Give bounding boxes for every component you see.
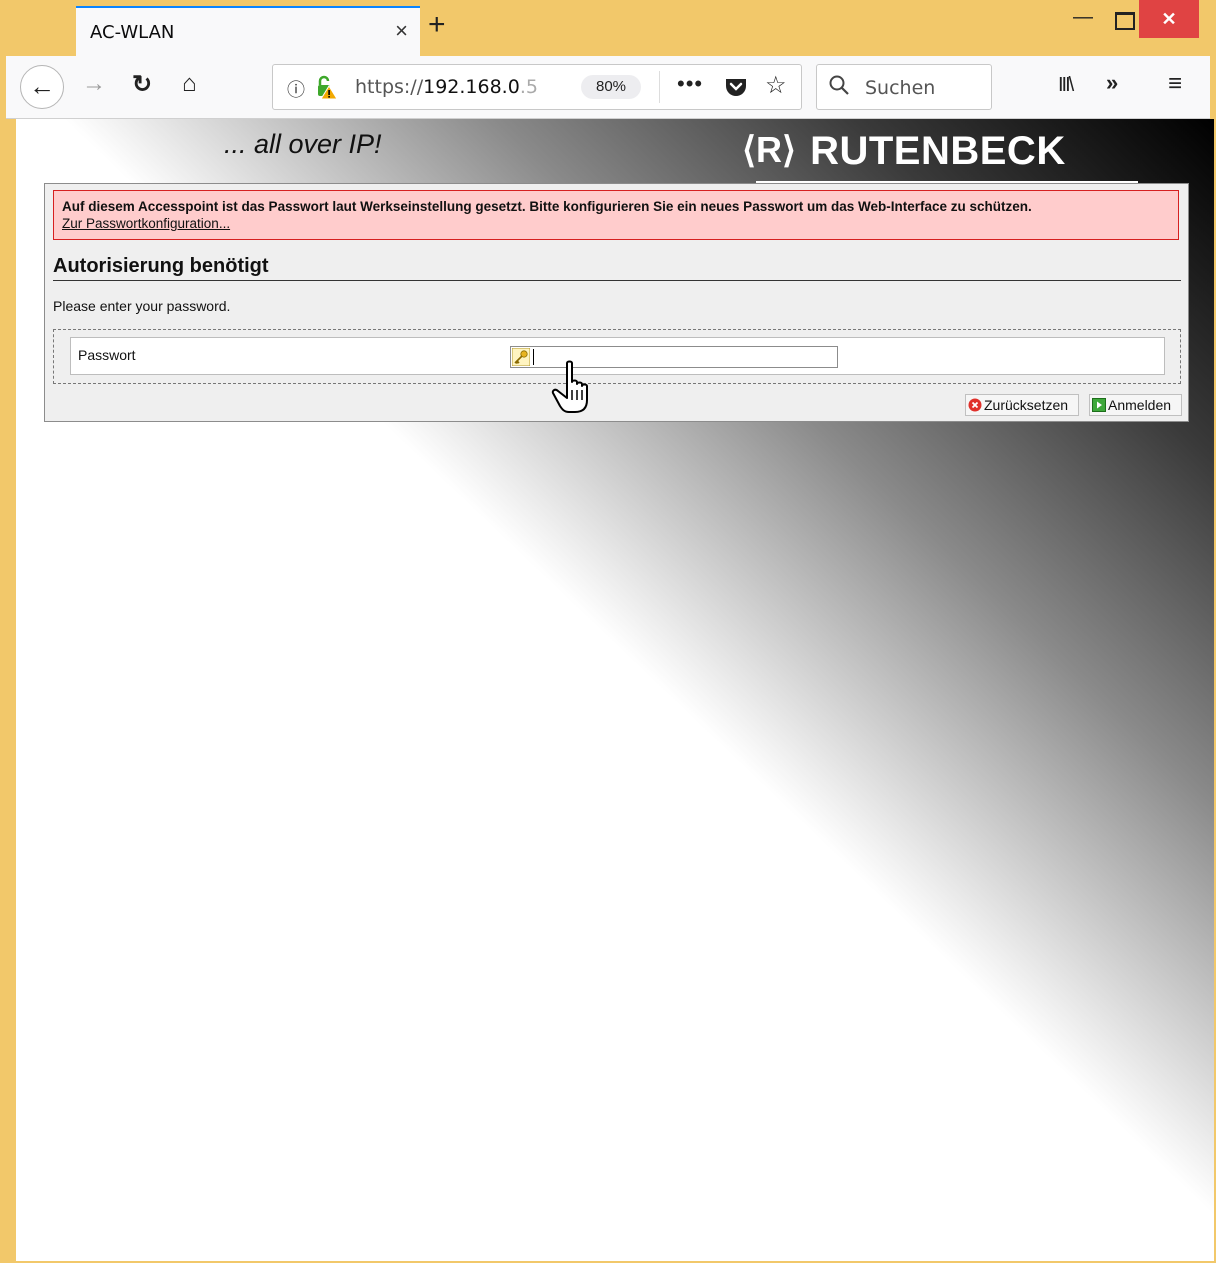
zoom-level[interactable]: 80% [581, 75, 641, 99]
lock-warning-icon[interactable] [315, 75, 337, 99]
page-actions-icon[interactable]: ••• [677, 71, 703, 97]
logo-mark: ⟨R⟩ [742, 129, 797, 170]
password-config-link[interactable]: Zur Passwortkonfiguration... [62, 216, 230, 231]
url-separator [659, 71, 660, 103]
text-caret [533, 349, 534, 365]
close-icon: ✕ [1161, 9, 1177, 29]
reset-label: Zurücksetzen [984, 397, 1069, 413]
search-icon [829, 75, 849, 95]
tab-strip: AC-WLAN × + — ✕ [6, 0, 1210, 56]
intro-text: Please enter your password. [53, 298, 231, 314]
library-icon[interactable]: III\ [1058, 74, 1074, 97]
close-tab-icon[interactable]: × [395, 18, 408, 44]
password-label: Passwort [78, 347, 136, 363]
url-rest: .5 [519, 76, 538, 98]
minimize-button[interactable]: — [1060, 6, 1106, 46]
tab-title: AC-WLAN [90, 22, 175, 43]
tab-ac-wlan[interactable]: AC-WLAN × [76, 6, 420, 56]
home-button[interactable]: ⌂ [182, 70, 197, 98]
heading-divider [53, 280, 1181, 281]
nav-toolbar: ← → ↻ ⌂ ⓘ https://192.168.0.5 80% ••• ☆ [6, 56, 1210, 119]
login-label: Anmelden [1108, 397, 1172, 413]
maximize-icon [1115, 12, 1135, 30]
reload-button[interactable]: ↻ [132, 70, 152, 99]
password-row: Passwort [70, 337, 1165, 375]
back-button[interactable]: ← [20, 65, 64, 109]
logo-text: RUTENBECK [810, 129, 1066, 173]
reset-button[interactable]: Zurücksetzen [965, 394, 1079, 416]
url-scheme: https:// [355, 76, 424, 98]
page-title: Autorisierung benötigt [53, 255, 269, 277]
key-icon [512, 348, 530, 366]
login-icon [1092, 398, 1106, 412]
hand-cursor-icon [551, 360, 588, 413]
hamburger-menu-icon[interactable]: ≡ [1168, 70, 1182, 98]
browser-window: AC-WLAN × + — ✕ ← → ↻ ⌂ ⓘ https://192.16… [6, 0, 1214, 1263]
close-window-button[interactable]: ✕ [1139, 0, 1199, 38]
login-panel: Auf diesem Accesspoint ist das Passwort … [44, 183, 1189, 422]
search-bar[interactable]: Suchen [816, 64, 992, 110]
star-icon[interactable]: ☆ [765, 71, 787, 100]
reset-icon [968, 398, 982, 412]
back-arrow-icon: ← [29, 71, 55, 101]
url-bar[interactable]: ⓘ https://192.168.0.5 80% ••• ☆ [272, 64, 802, 110]
pocket-icon[interactable] [725, 77, 747, 97]
url-text[interactable]: https://192.168.0.5 [355, 76, 538, 98]
default-password-alert: Auf diesem Accesspoint ist das Passwort … [53, 190, 1179, 240]
forward-button[interactable]: → [82, 70, 106, 98]
alert-message: Auf diesem Accesspoint ist das Passwort … [62, 199, 1032, 214]
minimize-icon: — [1073, 6, 1093, 28]
password-fieldset: Passwort [53, 329, 1181, 384]
login-button[interactable]: Anmelden [1089, 394, 1182, 416]
brand-tagline: ... all over IP! [224, 129, 382, 159]
search-placeholder: Suchen [865, 77, 936, 99]
url-host: 192.168.0 [423, 76, 520, 98]
info-icon[interactable]: ⓘ [287, 76, 305, 102]
new-tab-button[interactable]: + [428, 10, 446, 40]
overflow-menu-icon[interactable]: » [1106, 70, 1118, 96]
rutenbeck-logo: ⟨R⟩ RUTENBECK [742, 129, 1138, 183]
page-viewport: ... all over IP! ⟨R⟩ RUTENBECK Auf diesem… [16, 119, 1214, 1261]
